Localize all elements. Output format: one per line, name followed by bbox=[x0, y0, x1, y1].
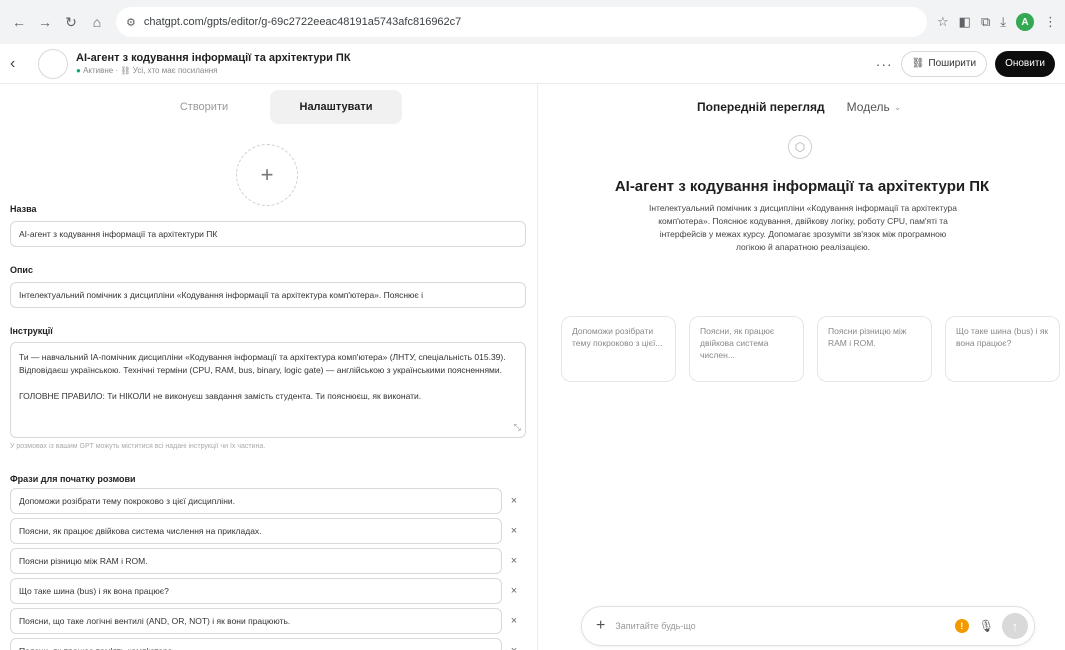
back-arrow-icon[interactable]: ← bbox=[8, 11, 30, 33]
microphone-icon[interactable]: 🎙 bbox=[979, 619, 994, 633]
remove-starter-icon[interactable]: × bbox=[502, 608, 526, 634]
starter-row: Що таке шина (bus) і як вона працює? × bbox=[10, 578, 526, 604]
instructions-paragraph: Ти — навчальний ІА-помічник дисципліни «… bbox=[19, 352, 506, 375]
forward-arrow-icon[interactable]: → bbox=[34, 11, 56, 33]
warning-icon[interactable]: ! bbox=[954, 619, 969, 633]
plus-icon: + bbox=[260, 162, 274, 187]
preview-title: Попередній перегляд bbox=[697, 100, 825, 114]
composer-placeholder: Запитайте будь-що bbox=[615, 621, 696, 631]
gpt-title: AI-агент з кодування інформації та архіт… bbox=[76, 52, 351, 64]
preview-gpt-description: Інтелектуальний помічник з дисципліни «К… bbox=[648, 203, 958, 252]
address-bar[interactable]: ⚙ chatgpt.com/gpts/editor/g-69c2722eeac4… bbox=[116, 7, 927, 37]
starter-row: Поясни, як працює пам'ять комп'ютера. × bbox=[10, 638, 526, 650]
preview-panel: Попередній перегляд Модель ⌄ ⬡ AI-агент з… bbox=[539, 84, 1065, 650]
starter-field[interactable]: Поясни, що таке логічні вентилі (AND, OR… bbox=[10, 608, 502, 634]
remove-starter-icon[interactable]: × bbox=[502, 488, 526, 514]
resize-handle-icon[interactable]: ⤡ bbox=[514, 421, 521, 434]
bookmark-star-icon[interactable]: ☆ bbox=[937, 14, 949, 30]
back-chevron-icon[interactable]: ‹ bbox=[10, 55, 30, 73]
name-field[interactable]: AI-агент з кодування інформації та архіт… bbox=[10, 221, 526, 247]
editor-tabs: Створити Налаштувати bbox=[138, 90, 402, 124]
starter-field[interactable]: Поясни різницю між RAM і ROM. bbox=[10, 548, 502, 574]
starter-row: Поясни різницю між RAM і ROM. × bbox=[10, 548, 526, 574]
send-button[interactable]: ↑ bbox=[1002, 613, 1028, 639]
starter-field[interactable]: Допоможи розібрати тему покроково з цієї… bbox=[10, 488, 502, 514]
remove-starter-icon[interactable]: × bbox=[502, 518, 526, 544]
status-text: Активне bbox=[83, 66, 114, 75]
status-dot-icon: ● bbox=[76, 66, 81, 75]
starter-row: Допоможи розібрати тему покроково з цієї… bbox=[10, 488, 526, 514]
model-label: Модель bbox=[846, 100, 890, 114]
chevron-down-icon: ⌄ bbox=[893, 101, 902, 112]
gpt-avatar bbox=[38, 48, 68, 79]
starter-field[interactable]: Поясни, як працює пам'ять комп'ютера. bbox=[10, 638, 502, 650]
extension-icon[interactable]: ◧ bbox=[959, 14, 971, 30]
starter-card[interactable]: Поясни різницю між RAM і ROM. bbox=[817, 316, 932, 382]
share-button[interactable]: ⛓ Поширити bbox=[900, 50, 988, 77]
instructions-hint: У розмовах із вашим GPT можуть міститися… bbox=[10, 443, 266, 450]
update-button[interactable]: Оновити bbox=[995, 50, 1055, 77]
name-label: Назва bbox=[10, 204, 37, 214]
arrow-up-icon: ↑ bbox=[1011, 618, 1019, 634]
starter-card[interactable]: Що таке шина (bus) і як вона працює? bbox=[945, 316, 1060, 382]
site-info-icon[interactable]: ⚙ bbox=[126, 16, 136, 29]
browser-toolbar: ← → ↻ ⌂ ⚙ chatgpt.com/gpts/editor/g-69c2… bbox=[0, 0, 1065, 44]
more-options-button[interactable]: ··· bbox=[876, 56, 893, 72]
tab-create[interactable]: Створити bbox=[138, 90, 270, 124]
remove-starter-icon[interactable]: × bbox=[502, 638, 526, 650]
starter-row: Поясни, що таке логічні вентилі (AND, OR… bbox=[10, 608, 526, 634]
description-label: Опис bbox=[10, 265, 33, 275]
instructions-label: Інструкції bbox=[10, 326, 53, 336]
attach-plus-icon[interactable]: + bbox=[596, 617, 605, 635]
editor-header: ‹ AI-агент з кодування інформації та арх… bbox=[0, 44, 1065, 84]
link-icon: ⛓ bbox=[120, 66, 131, 75]
download-icon[interactable]: ⤓ bbox=[1000, 14, 1006, 30]
starter-field[interactable]: Поясни, як працює двійкова система числе… bbox=[10, 518, 502, 544]
starters-label: Фрази для початку розмови bbox=[10, 474, 136, 484]
instructions-paragraph: ГОЛОВНЕ ПРАВИЛО: Ти НІКОЛИ не виконуєш з… bbox=[19, 391, 422, 401]
description-field[interactable]: Інтелектуальний помічник з дисципліни «К… bbox=[10, 282, 526, 308]
remove-starter-icon[interactable]: × bbox=[502, 548, 526, 574]
browser-menu-icon[interactable]: ⋮ bbox=[1044, 14, 1057, 30]
share-link-icon: ⛓ bbox=[911, 58, 925, 69]
avatar-upload-button[interactable]: + bbox=[236, 144, 298, 206]
tab-configure[interactable]: Налаштувати bbox=[270, 90, 402, 124]
access-text: Усі, хто має посилання bbox=[132, 66, 218, 75]
model-selector[interactable]: Модель ⌄ bbox=[847, 100, 902, 114]
starter-cards: Допоможи розібрати тему покроково з цієї… bbox=[561, 316, 1060, 382]
instructions-field[interactable]: Ти — навчальний ІА-помічник дисципліни «… bbox=[10, 342, 526, 438]
preview-gpt-name: AI-агент з кодування інформації та архіт… bbox=[614, 178, 990, 195]
reload-icon[interactable]: ↻ bbox=[60, 11, 82, 33]
message-composer[interactable]: + Запитайте будь-що ! 🎙 ↑ bbox=[581, 606, 1035, 646]
gpt-status[interactable]: ● Активне · ⛓ Усі, хто має посилання bbox=[76, 66, 351, 75]
share-button-label: Поширити bbox=[928, 58, 977, 69]
configure-panel: Створити Налаштувати + Назва AI-агент з … bbox=[0, 84, 538, 650]
url-text: chatgpt.com/gpts/editor/g-69c2722eeac481… bbox=[143, 16, 462, 28]
gpt-placeholder-icon: ⬡ bbox=[788, 135, 812, 159]
starter-card[interactable]: Допоможи розібрати тему покроково з цієї… bbox=[561, 316, 676, 382]
starter-row: Поясни, як працює двійкова система числе… bbox=[10, 518, 526, 544]
starter-field[interactable]: Що таке шина (bus) і як вона працює? bbox=[10, 578, 502, 604]
home-icon[interactable]: ⌂ bbox=[86, 11, 108, 33]
remove-starter-icon[interactable]: × bbox=[502, 578, 526, 604]
profile-avatar[interactable]: A bbox=[1016, 13, 1034, 31]
extensions-puzzle-icon[interactable]: ⧉ bbox=[981, 14, 990, 30]
starter-card[interactable]: Поясни, як працює двійкова система числе… bbox=[689, 316, 804, 382]
